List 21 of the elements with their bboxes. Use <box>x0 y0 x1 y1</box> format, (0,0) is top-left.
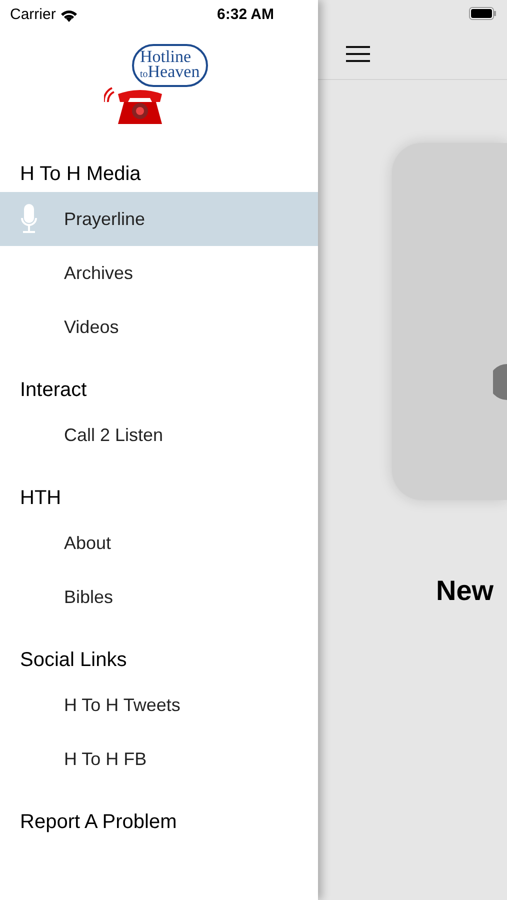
status-time: 6:32 AM <box>217 4 274 25</box>
microphone-icon <box>21 204 37 234</box>
menu-icon[interactable] <box>346 45 370 63</box>
wifi-icon <box>60 8 78 22</box>
menu-item[interactable]: Videos <box>0 300 318 354</box>
menu-item[interactable]: Call 2 Listen <box>0 408 318 462</box>
section-header: Interact <box>19 378 88 403</box>
content-heading: New <box>435 574 495 608</box>
logo-text: Hotline toHeaven <box>132 44 208 87</box>
menu-item[interactable]: Bibles <box>0 570 318 624</box>
section-header: HTH <box>19 486 62 511</box>
menu-item[interactable]: Prayerline <box>0 192 318 246</box>
menu-item[interactable]: Archives <box>0 246 318 300</box>
menu-item[interactable]: H To H Tweets <box>0 678 318 732</box>
section-header: Report A Problem <box>19 810 178 835</box>
carrier-label: Carrier <box>10 4 56 25</box>
section-header: Social Links <box>19 648 128 673</box>
menu-item[interactable]: About <box>0 516 318 570</box>
section-header: H To H Media <box>19 162 142 187</box>
battery-icon <box>469 7 497 20</box>
menu-item[interactable]: H To H FB <box>0 732 318 786</box>
